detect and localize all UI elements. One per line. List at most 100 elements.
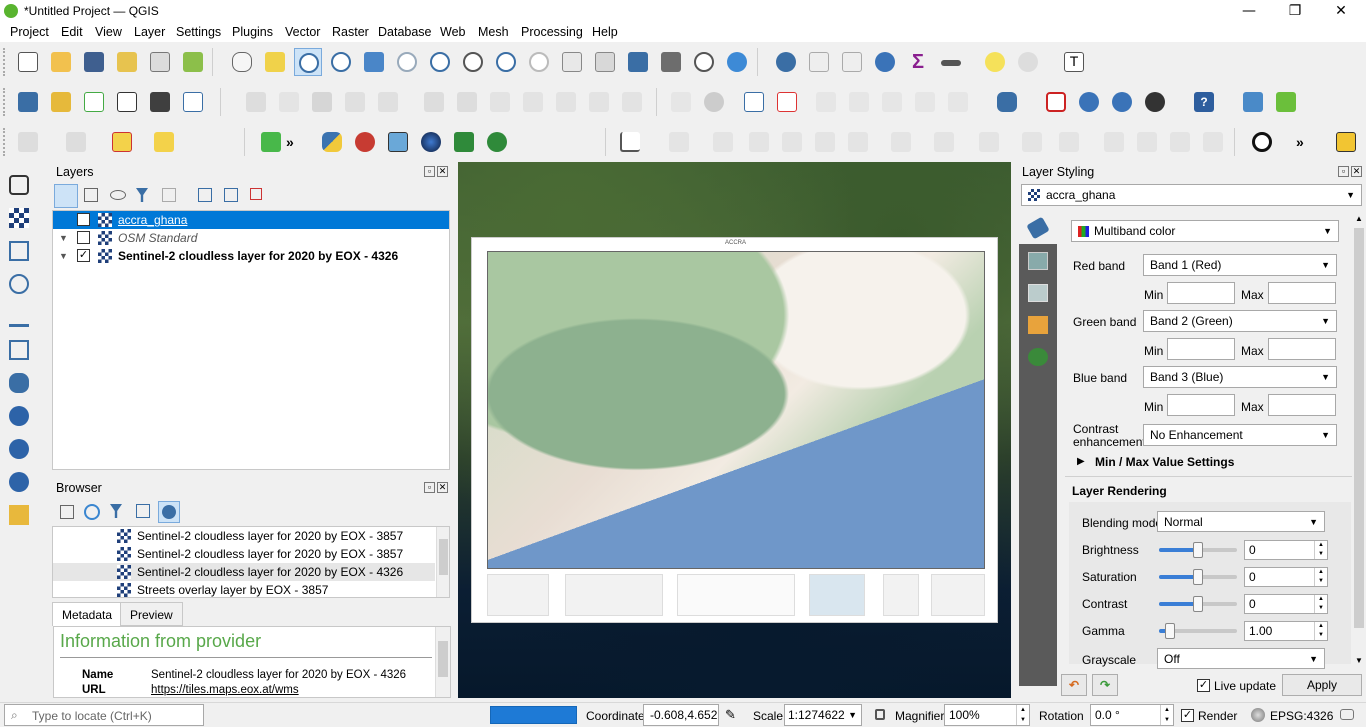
text-annotation-icon[interactable]: T [1060, 48, 1104, 76]
toggle-editing-icon[interactable] [275, 88, 303, 116]
live-update-checkbox[interactable]: ✓ [1197, 679, 1210, 692]
spin-arrows-icon[interactable]: ▲ ▼ [1016, 705, 1029, 725]
spin-arrows-icon[interactable]: ▲ ▼ [1314, 541, 1327, 559]
maximize-button[interactable]: ❐ [1272, 0, 1318, 22]
scale-feature-icon[interactable] [1133, 128, 1161, 156]
measure-icon[interactable] [937, 48, 977, 76]
new-3d-view-icon[interactable] [591, 48, 619, 76]
contrast-spinbox[interactable]: 0 ▲ ▼ [1244, 594, 1328, 614]
add-selected-layers-icon[interactable] [60, 505, 74, 519]
reverse-line-icon[interactable] [811, 128, 839, 156]
diagram-options-icon[interactable] [700, 88, 728, 116]
histogram-tab-icon[interactable] [1028, 284, 1048, 302]
spin-arrows-icon[interactable]: ▲ ▼ [1314, 622, 1327, 640]
add-feature-icon[interactable] [341, 88, 369, 116]
red-max-input[interactable] [1268, 282, 1336, 304]
collapse-all-icon[interactable] [224, 188, 238, 202]
spin-arrows-icon[interactable]: ▲ ▼ [1160, 705, 1173, 725]
digitize-shape-icon[interactable] [665, 128, 705, 156]
label-toolbar-icon[interactable] [667, 88, 695, 116]
help-contents-icon[interactable]: ? [1190, 88, 1218, 116]
layout-designer-icon[interactable] [1332, 128, 1360, 156]
layer-visibility-checkbox[interactable]: ✓ [77, 249, 90, 262]
toolbar-grip[interactable] [3, 128, 7, 156]
sync-icon[interactable] [1272, 88, 1300, 116]
trim-extend-icon[interactable] [1166, 128, 1194, 156]
add-gpx-icon[interactable] [6, 304, 32, 330]
map-swipe-icon[interactable] [450, 128, 478, 156]
deselect-icon[interactable] [108, 128, 148, 156]
plugin-icon[interactable] [1141, 88, 1169, 116]
style-brush-icon[interactable] [54, 184, 78, 208]
new-shapefile-icon[interactable] [80, 88, 108, 116]
green-band-select[interactable]: Band 2 (Green) ▼ [1143, 310, 1337, 332]
transparency-tab-icon[interactable] [1028, 252, 1048, 270]
gps-icon[interactable] [1239, 88, 1267, 116]
coordinate-field[interactable]: -0.608,4.652 [643, 704, 719, 726]
add-wfs-icon[interactable] [6, 469, 46, 495]
saturation-slider[interactable] [1159, 569, 1237, 585]
minmax-settings-label[interactable]: Min / Max Value Settings [1095, 455, 1234, 469]
add-delimited-text-icon[interactable] [6, 271, 32, 297]
locator-search-icon[interactable] [1248, 128, 1276, 156]
highlight-labels-icon[interactable] [845, 88, 873, 116]
float-panel-icon[interactable]: ▫ [1338, 166, 1349, 177]
rendering-tab-icon[interactable] [1028, 316, 1048, 334]
float-panel-icon[interactable]: ▫ [424, 166, 435, 177]
filter-expression-icon[interactable] [162, 188, 176, 202]
add-wcs-icon[interactable] [6, 436, 32, 462]
red-band-select[interactable]: Band 1 (Red) ▼ [1143, 254, 1337, 276]
menu-raster[interactable]: Raster [332, 25, 369, 39]
python-console-icon[interactable] [318, 128, 346, 156]
add-wms-icon[interactable] [6, 403, 46, 429]
green-max-input[interactable] [1268, 338, 1336, 360]
more-plugins-icon[interactable]: » [1296, 128, 1314, 156]
temporal-controller-icon[interactable] [690, 48, 718, 76]
field-calculator-icon[interactable] [838, 48, 866, 76]
georeferencer-icon[interactable] [1075, 88, 1103, 116]
layer-labeling-icon[interactable] [740, 88, 768, 116]
toggle-extents-icon[interactable]: ✎ [725, 707, 736, 723]
metadata-url-link[interactable]: https://tiles.maps.eox.at/wms [151, 684, 299, 696]
add-ring-icon[interactable] [887, 128, 927, 156]
map-canvas[interactable]: ACCRA [458, 162, 1011, 698]
redo-icon[interactable] [618, 88, 646, 116]
modify-attributes-icon[interactable] [420, 88, 448, 116]
blue-max-input[interactable] [1268, 394, 1336, 416]
add-raster-icon[interactable] [6, 205, 32, 231]
close-panel-icon[interactable]: ✕ [1351, 166, 1362, 177]
minimize-button[interactable]: — [1226, 0, 1272, 22]
identify-features-icon[interactable] [772, 48, 800, 76]
zoom-native-icon[interactable] [459, 48, 487, 76]
db-manager-icon[interactable] [993, 88, 1021, 116]
statistical-summary-icon[interactable]: Σ [904, 48, 932, 76]
apply-button[interactable]: Apply [1282, 674, 1362, 696]
globe-icon[interactable] [417, 128, 445, 156]
save-edits-icon[interactable] [308, 88, 336, 116]
simplify-icon[interactable] [844, 128, 872, 156]
more-tools-icon[interactable]: » [286, 128, 304, 156]
zoom-layer-icon[interactable] [426, 48, 454, 76]
saturation-spinbox[interactable]: 0 ▲ ▼ [1244, 567, 1328, 587]
lock-scale-icon[interactable] [875, 709, 885, 720]
menu-edit[interactable]: Edit [61, 25, 83, 39]
metadata-scrollbar[interactable] [435, 627, 450, 697]
add-group-icon[interactable] [84, 188, 98, 202]
map-tips-icon[interactable] [981, 48, 1009, 76]
offset-icon[interactable] [778, 128, 806, 156]
float-panel-icon[interactable]: ▫ [424, 482, 435, 493]
layer-row-osm[interactable]: ▼ OSM Standard [53, 229, 449, 247]
undo-style-button[interactable]: ↶ [1061, 674, 1087, 696]
digitize-icon[interactable] [113, 88, 141, 116]
toolbar-grip[interactable] [3, 48, 7, 76]
history-tab-icon[interactable] [1028, 348, 1048, 366]
menu-help[interactable]: Help [592, 25, 618, 39]
browser-item[interactable]: Streets overlay layer by EOX - 3857 [53, 581, 435, 597]
new-geopackage-icon[interactable] [47, 88, 75, 116]
layer-row-sentinel[interactable]: ▼ ✓ Sentinel-2 cloudless layer for 2020 … [53, 247, 449, 265]
expand-all-icon[interactable] [198, 188, 212, 202]
styling-layer-select[interactable]: accra_ghana ▼ [1021, 184, 1362, 206]
properties-icon[interactable] [158, 501, 180, 523]
zoom-in-icon[interactable] [294, 48, 322, 76]
menu-mesh[interactable]: Mesh [478, 25, 509, 39]
